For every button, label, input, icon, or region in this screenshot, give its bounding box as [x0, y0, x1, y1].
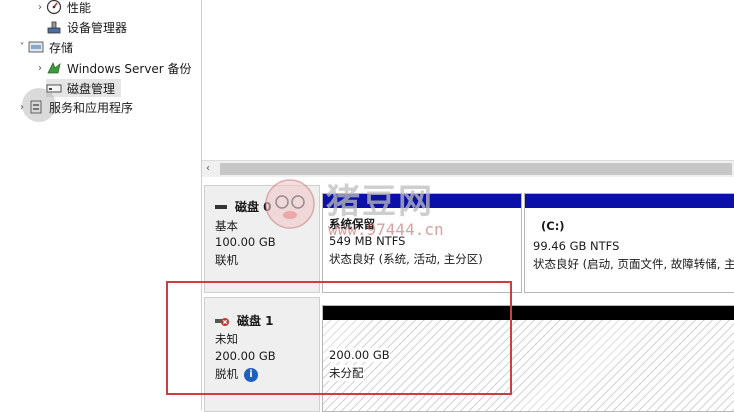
disk-status: 联机	[215, 253, 238, 267]
tree-item-label: 服务和应用程序	[49, 100, 134, 115]
pig-logo-icon	[265, 179, 315, 229]
storage-icon	[28, 39, 44, 55]
partition-c-drive[interactable]: (C:) 99.46 GB NTFS 状态良好 (启动, 页面文件, 故障转储,…	[524, 193, 734, 293]
tree-item-label: 磁盘管理	[67, 81, 116, 96]
services-applications-icon	[28, 99, 44, 115]
partition-health: 状态良好 (启动, 页面文件, 故障转储, 主	[533, 257, 734, 271]
partition-health: 状态良好 (系统, 活动, 主分区)	[329, 252, 483, 266]
disk-type: 基本	[215, 219, 238, 233]
collapse-arrow-icon[interactable]: ˅	[16, 42, 28, 53]
tree-item-disk-management[interactable]: 磁盘管理	[46, 79, 122, 97]
watermark-url: www.97444.cn	[328, 220, 444, 239]
volume-list-area	[202, 0, 734, 160]
performance-icon	[46, 0, 62, 15]
site-watermark: 猪豆网 www.97444.cn	[258, 170, 478, 250]
partition-size-fs: 99.46 GB NTFS	[533, 239, 620, 253]
expand-arrow-icon[interactable]: ›	[34, 63, 46, 74]
device-manager-icon	[46, 19, 62, 35]
tree-item-label: Windows Server 备份	[67, 61, 192, 76]
scroll-left-arrow-icon[interactable]: ‹	[206, 161, 216, 177]
tree-item-performance[interactable]: › 性能	[34, 0, 91, 16]
tree-item-device-manager[interactable]: 设备管理器	[46, 18, 127, 36]
windows-server-backup-icon	[46, 60, 62, 76]
highlight-box	[166, 281, 512, 395]
partition-name: (C:)	[541, 219, 565, 233]
partition-color-bar	[525, 194, 734, 208]
tree-item-label: 存储	[49, 40, 74, 55]
expand-arrow-icon[interactable]: ›	[16, 102, 28, 113]
tree-item-label: 设备管理器	[67, 20, 128, 35]
tree-item-label: 性能	[67, 0, 92, 15]
tree-item-windows-server-backup[interactable]: › Windows Server 备份	[34, 59, 192, 77]
expand-arrow-icon[interactable]: ›	[34, 2, 46, 13]
watermark-text: 猪豆网	[326, 182, 434, 222]
tree-item-services-applications[interactable]: › 服务和应用程序	[16, 98, 133, 116]
tree-item-storage[interactable]: ˅ 存储	[16, 38, 74, 56]
disk-icon	[215, 204, 227, 209]
